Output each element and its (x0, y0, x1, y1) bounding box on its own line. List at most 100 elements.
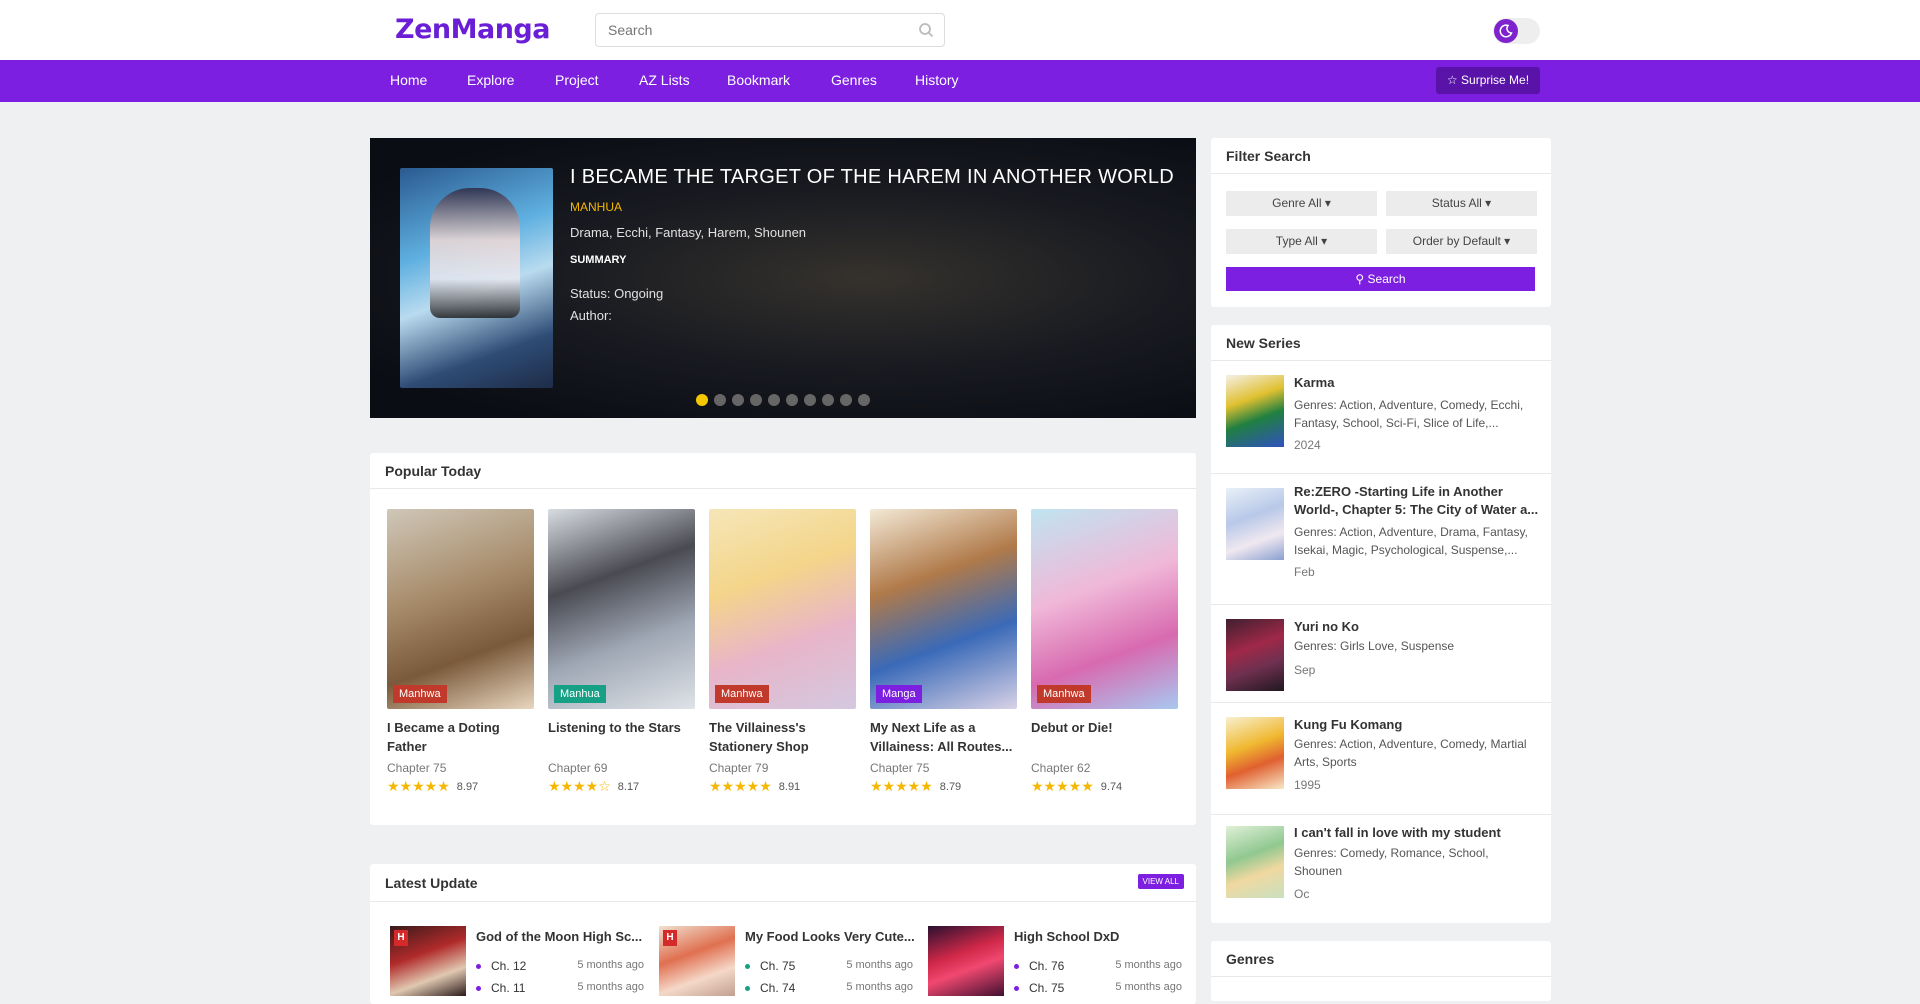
search-input[interactable] (596, 14, 896, 46)
featured-type: MANHUA (570, 200, 623, 214)
featured-slider[interactable]: I BECAME THE TARGET OF THE HAREM IN ANOT… (370, 138, 1196, 418)
popular-title[interactable]: Listening to the Stars (548, 718, 695, 756)
series-cover[interactable] (1226, 375, 1284, 447)
slider-dot[interactable] (768, 394, 780, 406)
slider-dot[interactable] (822, 394, 834, 406)
series-date: Sep (1294, 663, 1316, 677)
site-logo[interactable]: ZenManga (395, 14, 550, 45)
chapter-time: 5 months ago (577, 959, 644, 971)
nav-project[interactable]: Project (555, 72, 599, 88)
series-cover[interactable] (1226, 826, 1284, 898)
slider-dot[interactable] (714, 394, 726, 406)
featured-author: Author: (570, 308, 612, 323)
popular-chapter[interactable]: Chapter 75 (870, 761, 1017, 775)
new-series-item[interactable]: Yuri no Ko Genres: Girls Love, Suspense … (1211, 606, 1551, 703)
popular-item[interactable]: Manhwa I Became a Doting Father Chapter … (387, 509, 534, 795)
popular-title[interactable]: Debut or Die! (1031, 718, 1178, 756)
theme-toggle[interactable] (1493, 18, 1540, 44)
rating-value: 8.17 (617, 781, 640, 793)
popular-item[interactable]: Manga My Next Life as a Villainess: All … (870, 509, 1017, 795)
bullet (745, 964, 750, 970)
genres-panel: Genres (1211, 941, 1551, 1001)
rating-stars: ★★★★☆ (548, 779, 611, 795)
new-series-item[interactable]: Karma Genres: Action, Adventure, Comedy,… (1211, 362, 1551, 474)
latest-cover[interactable]: H (390, 926, 466, 996)
slider-dot[interactable] (750, 394, 762, 406)
series-cover[interactable] (1226, 717, 1284, 789)
new-series-title: New Series (1211, 325, 1551, 361)
nav-az-lists[interactable]: AZ Lists (639, 72, 690, 88)
latest-cover[interactable]: H (659, 926, 735, 996)
series-date: 2024 (1294, 438, 1321, 452)
surprise-me-button[interactable]: ☆ Surprise Me! (1436, 67, 1540, 94)
nav-bookmark[interactable]: Bookmark (727, 72, 790, 88)
popular-chapter[interactable]: Chapter 75 (387, 761, 534, 775)
nav-explore[interactable]: Explore (467, 72, 514, 88)
series-date: 1995 (1294, 778, 1321, 792)
type-filter-label: Type All (1275, 234, 1318, 248)
latest-title[interactable]: My Food Looks Very Cute... (745, 929, 915, 944)
rating-stars: ★★★★★ (387, 779, 450, 795)
chapter-row[interactable]: Ch. 12 5 months ago (476, 959, 644, 973)
popular-title[interactable]: I Became a Doting Father (387, 718, 534, 756)
latest-cover[interactable] (928, 926, 1004, 996)
filter-search-button[interactable]: ⚲ Search (1226, 267, 1535, 291)
latest-title[interactable]: God of the Moon High Sc... (476, 929, 646, 944)
featured-status: Status: Ongoing (570, 286, 664, 301)
series-date: Oc (1294, 887, 1310, 901)
series-cover[interactable] (1226, 619, 1284, 691)
genre-filter-dropdown[interactable]: Genre All ▾ (1226, 191, 1377, 216)
new-series-panel: New Series Karma Genres: Action, Adventu… (1211, 325, 1551, 923)
chapter-row[interactable]: Ch. 76 5 months ago (1014, 959, 1182, 973)
chapter-time: 5 months ago (1115, 981, 1182, 993)
slider-dot[interactable] (696, 394, 708, 406)
popular-title[interactable]: My Next Life as a Villainess: All Routes… (870, 718, 1017, 756)
popular-cover[interactable]: Manhua (548, 509, 695, 709)
series-title[interactable]: Karma (1294, 374, 1539, 392)
popular-cover[interactable]: Manhwa (1031, 509, 1178, 709)
series-cover[interactable] (1226, 488, 1284, 560)
series-date: Feb (1294, 565, 1315, 579)
hot-badge: H (663, 930, 677, 946)
new-series-item[interactable]: I can't fall in love with my student Gen… (1211, 816, 1551, 922)
popular-item[interactable]: Manhwa The Villainess's Stationery Shop … (709, 509, 856, 795)
type-filter-dropdown[interactable]: Type All ▾ (1226, 229, 1377, 254)
series-title[interactable]: Yuri no Ko (1294, 618, 1539, 636)
popular-chapter[interactable]: Chapter 69 (548, 761, 695, 775)
genre-filter-label: Genre All (1272, 196, 1322, 210)
view-all-button[interactable]: VIEW ALL (1137, 874, 1184, 889)
popular-cover[interactable]: Manhwa (709, 509, 856, 709)
popular-item[interactable]: Manhwa Debut or Die! Chapter 62 ★★★★★ 9.7… (1031, 509, 1178, 795)
bullet (1014, 986, 1019, 992)
series-title[interactable]: Re:ZERO -Starting Life in Another World-… (1294, 483, 1539, 519)
series-title[interactable]: I can't fall in love with my student (1294, 824, 1539, 842)
series-genres: Genres: Action, Adventure, Comedy, Ecchi… (1294, 398, 1524, 430)
status-filter-dropdown[interactable]: Status All ▾ (1386, 191, 1537, 216)
featured-cover[interactable] (400, 168, 553, 388)
nav-genres[interactable]: Genres (831, 72, 877, 88)
popular-cover[interactable]: Manhwa (387, 509, 534, 709)
featured-title[interactable]: I BECAME THE TARGET OF THE HAREM IN ANOT… (570, 166, 1174, 189)
chevron-down-icon: ▾ (1504, 234, 1511, 248)
popular-title[interactable]: The Villainess's Stationery Shop (709, 718, 856, 756)
slider-dot[interactable] (804, 394, 816, 406)
slider-dot[interactable] (732, 394, 744, 406)
popular-item[interactable]: Manhua Listening to the Stars Chapter 69… (548, 509, 695, 795)
nav-home[interactable]: Home (390, 72, 427, 88)
chapter-row[interactable]: Ch. 75 5 months ago (745, 959, 913, 973)
slider-dot[interactable] (840, 394, 852, 406)
new-series-item[interactable]: Re:ZERO -Starting Life in Another World-… (1211, 475, 1551, 605)
search-icon[interactable] (918, 22, 934, 38)
popular-chapter[interactable]: Chapter 62 (1031, 761, 1178, 775)
order-filter-dropdown[interactable]: Order by Default ▾ (1386, 229, 1537, 254)
filter-search-panel: Filter Search Genre All ▾ Status All ▾ T… (1211, 138, 1551, 307)
slider-dot[interactable] (858, 394, 870, 406)
new-series-item[interactable]: Kung Fu Komang Genres: Action, Adventure… (1211, 704, 1551, 815)
slider-dot[interactable] (786, 394, 798, 406)
chapter-label: Ch. 12 (491, 959, 527, 973)
series-title[interactable]: Kung Fu Komang (1294, 716, 1539, 734)
latest-title[interactable]: High School DxD (1014, 929, 1184, 944)
popular-chapter[interactable]: Chapter 79 (709, 761, 856, 775)
popular-cover[interactable]: Manga (870, 509, 1017, 709)
nav-history[interactable]: History (915, 72, 959, 88)
